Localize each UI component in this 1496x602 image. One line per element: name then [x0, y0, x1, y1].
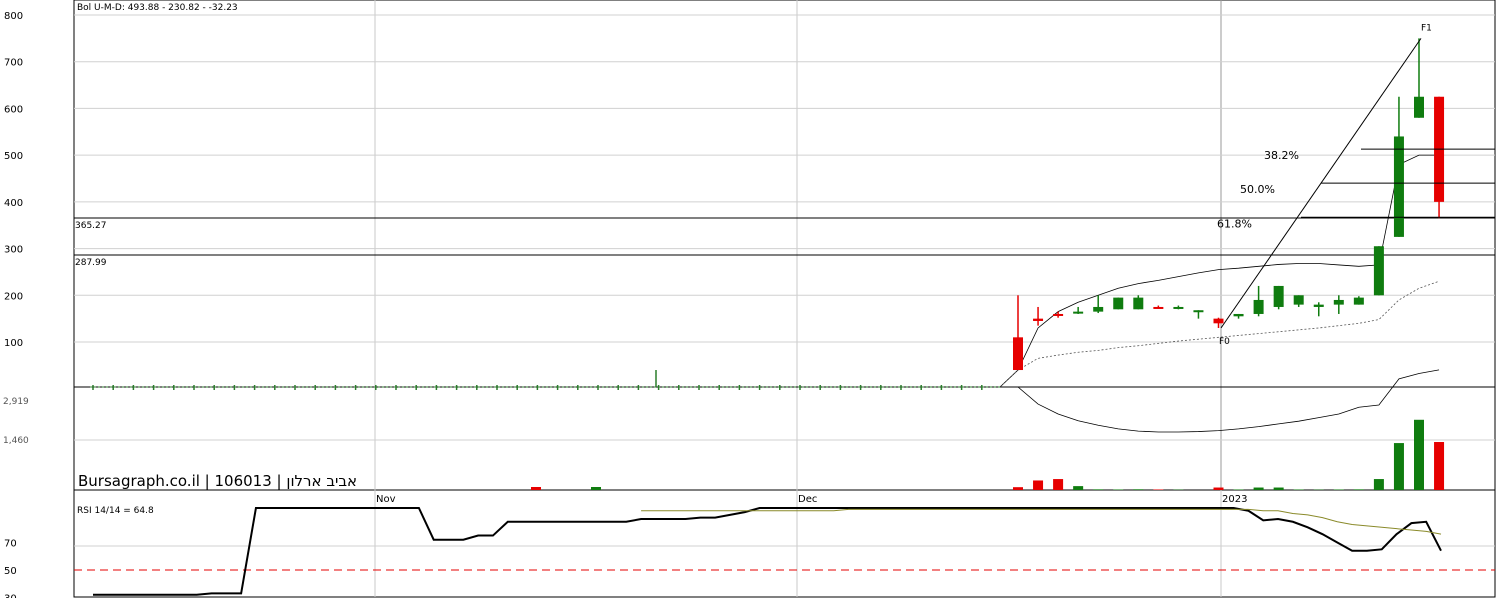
candle-body [1354, 298, 1364, 305]
candle-body [1173, 307, 1183, 309]
fib-label: 38.2% [1264, 149, 1299, 162]
volume-bar [1254, 488, 1264, 490]
candle-body [1113, 298, 1123, 310]
candle-body [1153, 307, 1163, 309]
month-label: 2023 [1222, 494, 1247, 505]
candle-body [1374, 246, 1384, 295]
volume-bar [1093, 489, 1103, 490]
volume-bar [1214, 488, 1224, 490]
y-tick: 800 [4, 11, 23, 22]
candle-body [1314, 305, 1324, 307]
volume-tick: 2,919 [3, 397, 29, 407]
volume-bar [1434, 442, 1444, 490]
fib-label: 50.0% [1240, 183, 1275, 196]
fib-label: 61.8% [1217, 217, 1252, 230]
volume-bar [1053, 479, 1063, 490]
y-tick: 300 [4, 245, 23, 256]
candle-body [1254, 300, 1264, 314]
candle-body [1334, 300, 1344, 305]
volume-bar [1033, 480, 1043, 490]
candle-body [1073, 312, 1083, 314]
candle-body [1294, 295, 1304, 304]
chart-svg: 800 700 600 500 400 300 200 100 70 50 30 2,919 1,46… [0, 0, 1496, 598]
month-label: Dec [798, 494, 817, 505]
indicator-label: Bol U-M-D: 493.88 - 230.82 - -32.23 [77, 3, 238, 13]
rsi-tick: 70 [4, 538, 17, 549]
y-tick: 200 [4, 291, 23, 302]
candle-body [1033, 319, 1043, 321]
candle-body [1414, 97, 1424, 118]
rsi-tick: 50 [4, 566, 17, 577]
volume-bar [1013, 487, 1023, 490]
rsi-label: RSI 14/14 = 64.8 [77, 506, 154, 516]
candle-body [1394, 136, 1404, 236]
candle-body [1013, 337, 1023, 370]
candle-body [1214, 319, 1224, 324]
candle-body [1193, 310, 1203, 312]
volume-bar-early [531, 487, 541, 490]
volume-bar [1073, 486, 1083, 490]
volume-bar [1414, 420, 1424, 490]
price-line-label: 365.27 [75, 221, 107, 231]
volume-bar [1394, 443, 1404, 490]
stock-chart: 800 700 600 500 400 300 200 100 70 50 30 2,919 1,46… [0, 0, 1496, 598]
volume-bar [1374, 479, 1384, 490]
y-tick: 100 [4, 338, 23, 349]
candle-body [1133, 298, 1143, 310]
price-line-label: 287.99 [75, 258, 107, 268]
volume-tick: 1,460 [3, 436, 29, 446]
y-tick: 400 [4, 198, 23, 209]
brand-label: Bursagraph.co.il | 106013 | אביב ארלון [78, 472, 357, 490]
volume-bar-early [591, 487, 601, 490]
volume-bar [1354, 489, 1364, 490]
fib-point-label: F0 [1219, 337, 1230, 347]
fib-point-label: F1 [1421, 23, 1432, 33]
candle-body [1274, 286, 1284, 307]
candle-body [1093, 307, 1103, 312]
candle-body [1053, 314, 1063, 316]
y-tick: 500 [4, 151, 23, 162]
candle-body [1234, 314, 1244, 316]
volume-bar [1133, 489, 1143, 490]
y-tick: 700 [4, 58, 23, 69]
month-label: Nov [376, 494, 396, 505]
rsi-tick: 30 [4, 594, 17, 598]
volume-bar [1274, 488, 1284, 490]
y-tick: 600 [4, 104, 23, 115]
